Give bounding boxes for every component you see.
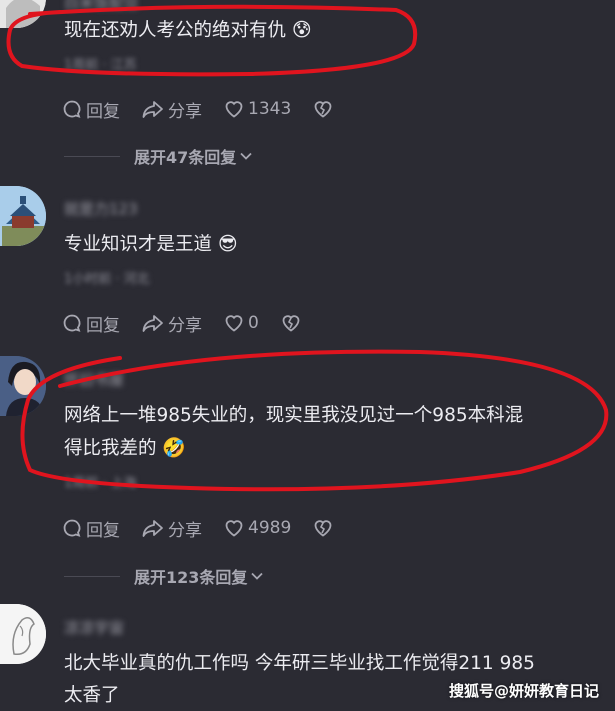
expand-label: 展开47条回复	[134, 148, 237, 167]
username[interactable]: 凉凉宇宙	[64, 617, 124, 638]
avatar[interactable]	[0, 604, 46, 664]
username[interactable]: 就是力123	[64, 198, 138, 219]
broken-heart-icon	[282, 315, 300, 332]
comment-meta: 1周前 · 江苏	[64, 58, 137, 73]
like-count: 0	[248, 313, 259, 333]
comment-text: 网络上一堆985失业的，现实里我没见过一个985本科混 得比我差的 🤣	[64, 400, 523, 465]
share-arrow-icon	[142, 315, 163, 332]
reply-label: 回复	[86, 101, 120, 122]
comment-body: 现在还劝人考公的绝对有仇	[64, 20, 287, 41]
comment-body: 专业知识才是王道	[64, 234, 213, 255]
emoji: 😎	[217, 233, 238, 255]
chevron-down-icon	[251, 572, 264, 580]
expand-replies-button[interactable]: 展开123条回复	[64, 566, 265, 587]
comment-bubble-icon	[63, 100, 81, 118]
share-label: 分享	[168, 315, 202, 336]
like-button[interactable]: 1343	[224, 99, 291, 119]
reply-button[interactable]: 回复	[62, 97, 120, 122]
chevron-down-icon	[240, 152, 252, 160]
avatar[interactable]	[0, 0, 46, 28]
share-button[interactable]: 分享	[142, 311, 202, 336]
reply-button[interactable]: 回复	[62, 516, 120, 541]
comment-body-line-1: 北大毕业真的仇工作吗 今年研三毕业找工作觉得211 985	[64, 653, 535, 674]
comment-bubble-icon	[63, 519, 81, 537]
divider	[64, 575, 120, 577]
heart-icon	[225, 520, 243, 537]
comment-meta: 1周前 · 上海	[64, 476, 137, 491]
like-count: 1343	[248, 99, 292, 119]
reply-button[interactable]: 回复	[62, 311, 120, 336]
reply-label: 回复	[86, 520, 120, 541]
expand-label: 展开123条回复	[134, 568, 248, 587]
like-count: 4989	[248, 518, 292, 538]
comment-text: 现在还劝人考公的绝对有仇 😰	[64, 14, 312, 47]
comment-body-line-2: 得比我差的	[64, 438, 157, 459]
username[interactable]: 白米饭配豆	[64, 0, 139, 13]
comment-text: 专业知识才是王道 😎	[64, 228, 238, 261]
share-arrow-icon	[142, 520, 163, 537]
heart-icon	[225, 315, 243, 332]
comment-body-line-1: 网络上一堆985失业的，现实里我没见过一个985本科混	[64, 405, 524, 426]
dislike-button[interactable]	[313, 99, 337, 119]
share-label: 分享	[168, 520, 202, 541]
expand-replies-button[interactable]: 展开47条回复	[64, 146, 254, 167]
divider	[64, 155, 120, 157]
comment-bubble-icon	[63, 314, 81, 332]
reply-label: 回复	[86, 315, 120, 336]
avatar[interactable]	[0, 356, 46, 416]
watermark: 搜狐号@妍妍教育日记	[448, 682, 599, 700]
emoji: 🤣	[162, 437, 187, 459]
comment-actions: 回复 分享 1343	[62, 97, 359, 122]
avatar[interactable]	[0, 186, 46, 246]
dislike-button[interactable]	[281, 313, 305, 333]
comment-meta: 1小时前 · 河北	[64, 272, 150, 287]
like-button[interactable]: 4989	[224, 518, 291, 538]
dislike-button[interactable]	[313, 518, 337, 538]
comment-body-line-2-wrap: 得比我差的 🤣	[64, 432, 523, 465]
emoji: 😰	[291, 19, 312, 41]
share-arrow-icon	[142, 101, 163, 118]
share-label: 分享	[168, 101, 202, 122]
broken-heart-icon	[314, 101, 332, 118]
comment-actions: 回复 分享 4989	[62, 516, 359, 541]
broken-heart-icon	[314, 520, 332, 537]
username[interactable]: 怀旧书屋	[64, 369, 124, 390]
comment-feed: 白米饭配豆 现在还劝人考公的绝对有仇 😰 1周前 · 江苏 回复 分享 1343…	[0, 0, 615, 711]
share-button[interactable]: 分享	[142, 97, 202, 122]
heart-icon	[225, 101, 243, 118]
like-button[interactable]: 0	[224, 313, 259, 333]
share-button[interactable]: 分享	[142, 516, 202, 541]
comment-actions: 回复 分享 0	[62, 311, 327, 336]
